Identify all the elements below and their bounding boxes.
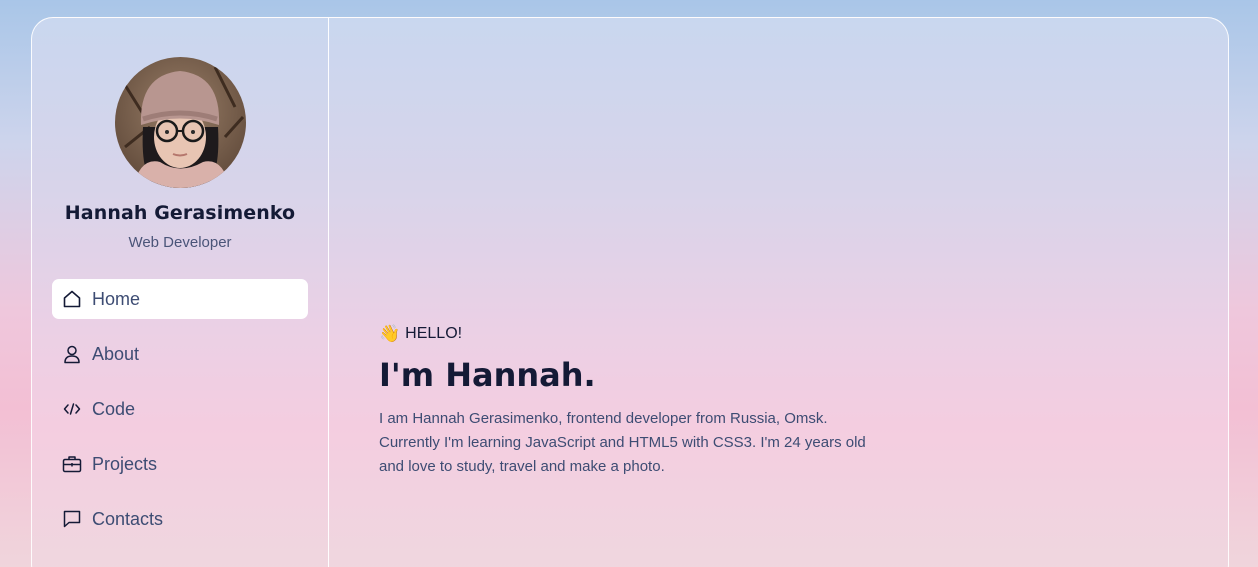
profile-role: Web Developer xyxy=(128,234,232,251)
sidebar-item-projects[interactable]: Projects xyxy=(52,444,308,484)
avatar-photo xyxy=(115,57,246,188)
hero-intro: I am Hannah Gerasimenko, frontend develo… xyxy=(379,410,866,475)
home-icon xyxy=(61,289,82,310)
greeting: 👋 HELLO! xyxy=(379,324,462,344)
sidebar-item-label: Code xyxy=(92,398,136,419)
sidebar-nav: Home About Code Projects Contacts xyxy=(52,279,308,554)
code-icon xyxy=(61,399,82,420)
sidebar-item-code[interactable]: Code xyxy=(52,389,308,429)
sidebar-item-label: Contacts xyxy=(92,508,164,529)
sidebar-item-home[interactable]: Home xyxy=(52,279,308,319)
briefcase-icon xyxy=(61,454,82,475)
user-icon xyxy=(61,344,82,365)
portfolio-card: Hannah Gerasimenko Web Developer Home Ab… xyxy=(31,17,1229,567)
sidebar-item-label: Home xyxy=(92,288,141,309)
sidebar-item-about[interactable]: About xyxy=(52,334,308,374)
main-content: 👋 HELLO! I'm Hannah. I am Hannah Gerasim… xyxy=(329,18,1228,567)
sidebar: Hannah Gerasimenko Web Developer Home Ab… xyxy=(32,18,329,567)
greeting-text: HELLO! xyxy=(405,325,463,342)
hero-headline: I'm Hannah. xyxy=(379,356,596,394)
profile-name: Hannah Gerasimenko xyxy=(64,202,296,224)
sidebar-item-label: Projects xyxy=(92,453,158,474)
avatar xyxy=(115,57,246,188)
sidebar-item-contacts[interactable]: Contacts xyxy=(52,499,308,539)
sidebar-item-label: About xyxy=(92,343,140,364)
wave-icon: 👋 xyxy=(379,324,401,343)
chat-icon xyxy=(61,509,82,530)
